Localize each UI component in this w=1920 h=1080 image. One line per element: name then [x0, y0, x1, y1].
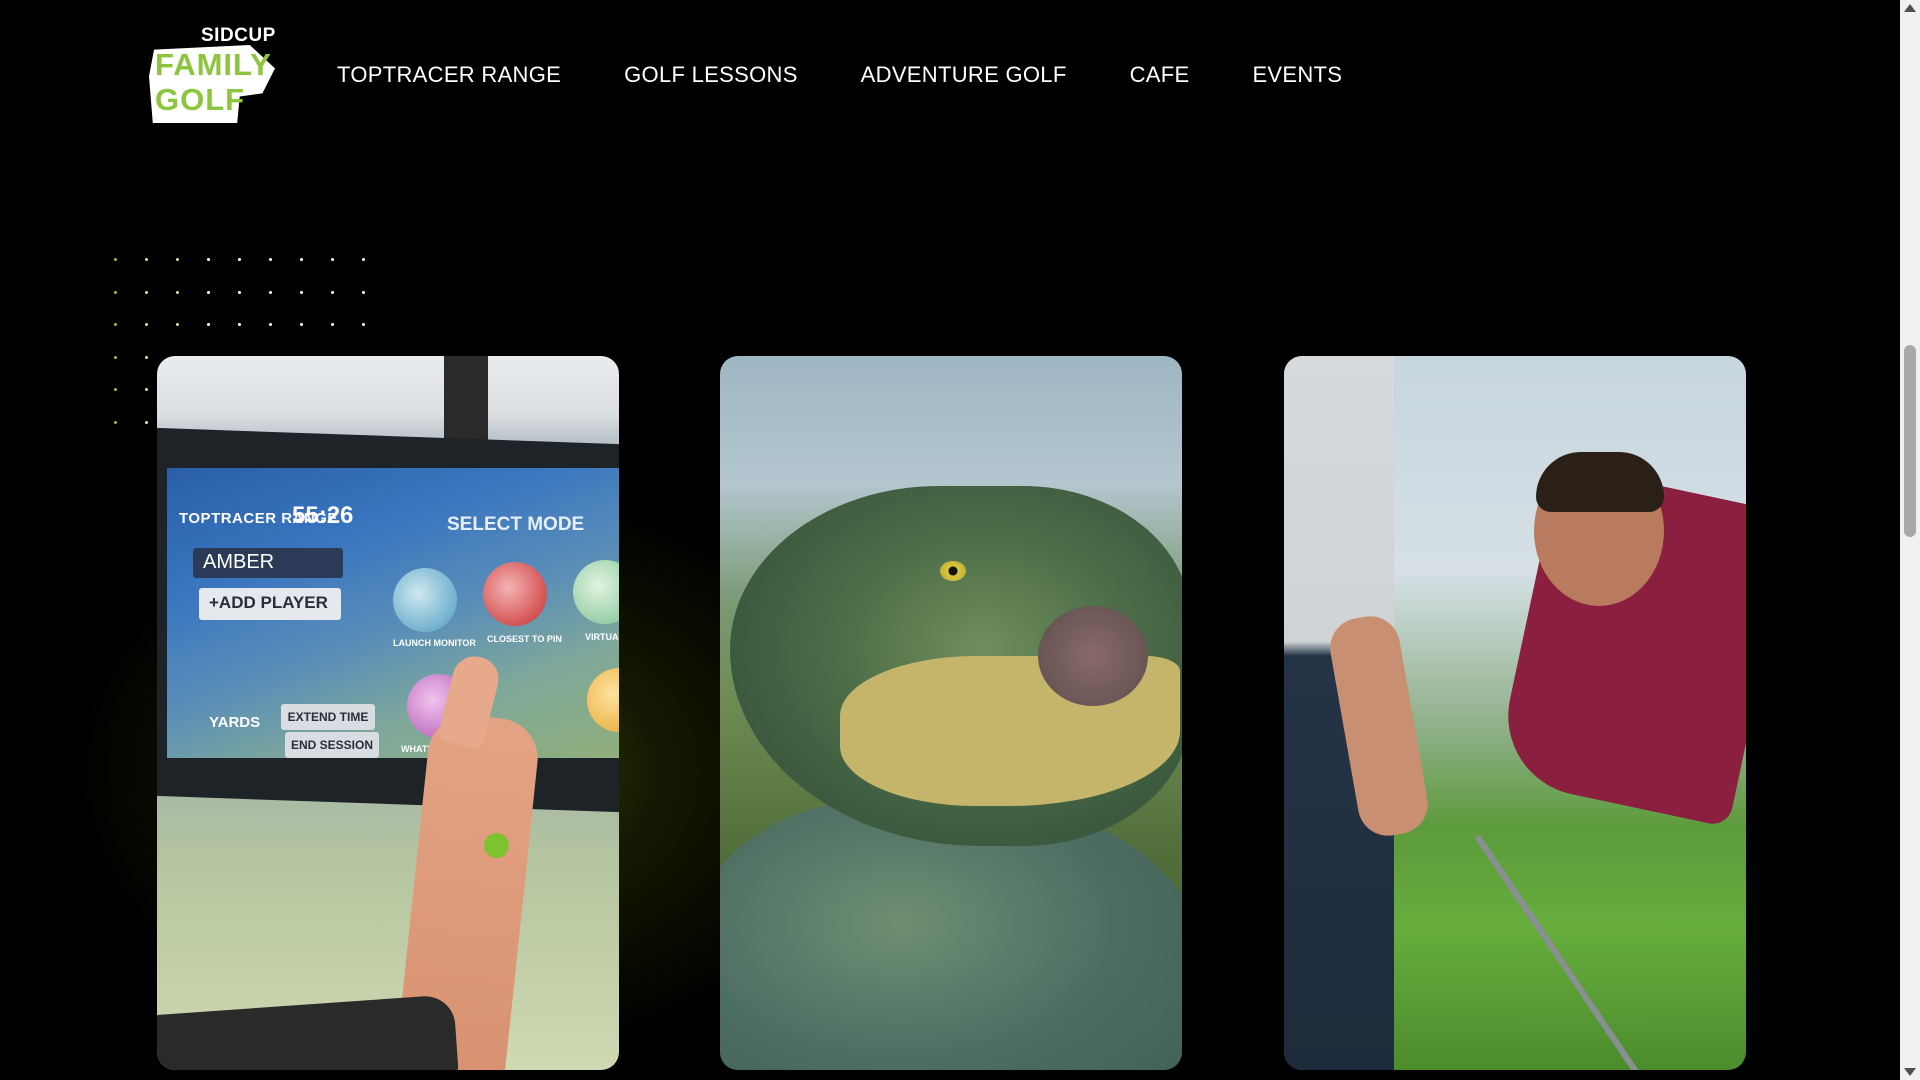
grid-dot: [145, 355, 148, 359]
logo-word-family: FAMILY: [155, 47, 272, 82]
grid-dot: [238, 323, 241, 326]
golf-club: [1474, 834, 1648, 1070]
shirt-sleeve: [157, 994, 461, 1070]
grid-dot: [238, 290, 241, 294]
nav-cafe[interactable]: CAFE: [1130, 62, 1190, 88]
grid-dot: [176, 258, 179, 261]
grid-dot: [114, 355, 117, 359]
grid-dot: [362, 290, 365, 294]
grid-dot: [300, 258, 303, 261]
caption-virtual: VIRTUAL: [585, 632, 619, 642]
scroll-up-arrow-icon[interactable]: [1904, 4, 1916, 12]
grid-dot: [114, 290, 117, 294]
scroll-thumb[interactable]: [1904, 345, 1916, 537]
grid-dot: [145, 420, 148, 424]
site-header: SIDCUP FAMILY GOLF TOPTRACER RANGE GOLF …: [0, 0, 1900, 140]
nav-events[interactable]: EVENTS: [1252, 62, 1342, 88]
grid-dot: [207, 323, 210, 326]
grid-dot: [300, 290, 303, 294]
grid-dot: [114, 258, 117, 261]
grid-dot: [145, 290, 148, 294]
grid-dot: [114, 420, 117, 424]
grid-dot: [331, 323, 334, 326]
green-dot: [484, 833, 509, 858]
screen-mode-title: SELECT MODE: [447, 514, 585, 535]
grid-dot: [145, 258, 148, 261]
logo-top-word: SIDCUP: [201, 25, 276, 46]
grid-dot: [145, 388, 148, 391]
dinosaur-ear: [1038, 606, 1148, 706]
golf-lesson-photo-card[interactable]: [1284, 356, 1746, 1070]
golfer-hair: [1536, 452, 1664, 512]
screen-time: 55:26: [292, 502, 354, 529]
nav-adventure-golf[interactable]: ADVENTURE GOLF: [861, 62, 1067, 88]
grid-dot: [362, 258, 365, 261]
scrollbar[interactable]: [1900, 0, 1920, 1080]
grid-dot: [207, 290, 210, 294]
caption-closest-to-pin: CLOSEST TO PIN: [487, 634, 562, 644]
closest-to-pin-icon: [483, 562, 547, 626]
grid-dot: [269, 258, 272, 261]
grid-dot: [269, 323, 272, 326]
grid-dot: [362, 323, 365, 326]
grid-dot: [114, 323, 117, 326]
screen-pole: [444, 356, 488, 442]
screen-extend-time: EXTEND TIME: [281, 704, 375, 730]
screen-end-session: END SESSION: [285, 732, 379, 758]
grid-dot: [176, 290, 179, 294]
nav-toptracer-range[interactable]: TOPTRACER RANGE: [337, 62, 561, 88]
grid-dot: [176, 323, 179, 326]
launch-monitor-icon: [393, 568, 457, 632]
grid-dot: [331, 290, 334, 294]
main-nav: TOPTRACER RANGE GOLF LESSONS ADVENTURE G…: [337, 62, 1405, 88]
scroll-down-arrow-icon[interactable]: [1904, 1068, 1916, 1076]
logo-word-golf: GOLF: [155, 82, 246, 117]
dinosaur-eye: [940, 561, 966, 581]
dinosaur-photo-card[interactable]: [720, 356, 1182, 1070]
toptracer-photo-card[interactable]: TOPTRACER RANGE 55:26 SELECT MODE AMBER …: [157, 356, 619, 1070]
grid-dot: [269, 290, 272, 294]
grid-dot: [145, 323, 148, 326]
grid-dot: [114, 388, 117, 391]
grid-dot: [238, 258, 241, 261]
screen-player: AMBER: [193, 548, 343, 578]
grid-dot: [207, 258, 210, 261]
caption-launch-monitor: LAUNCH MONITOR: [393, 638, 476, 648]
grid-dot: [300, 323, 303, 326]
logo[interactable]: SIDCUP FAMILY GOLF: [149, 25, 279, 123]
screen-add-player: +ADD PLAYER: [199, 588, 341, 620]
nav-golf-lessons[interactable]: GOLF LESSONS: [624, 62, 798, 88]
screen-units: YARDS: [209, 714, 261, 731]
grid-dot: [331, 258, 334, 261]
